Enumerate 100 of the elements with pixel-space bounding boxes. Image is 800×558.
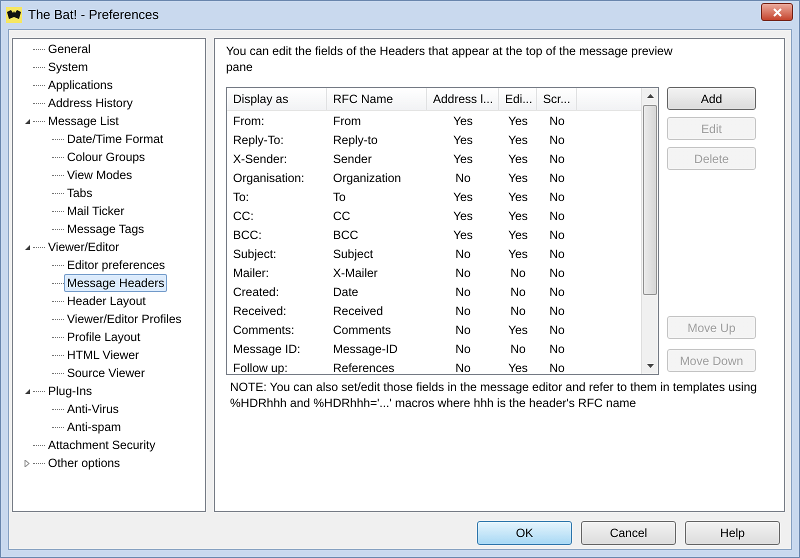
table-cell-text: No	[509, 302, 527, 320]
tree-item[interactable]: View Modes	[64, 166, 136, 184]
table-cell-text: To	[332, 188, 347, 206]
table-cell-text: Received:	[232, 302, 288, 320]
column-header[interactable]: Display as	[227, 88, 327, 110]
table-cell-text: Comments	[332, 322, 392, 338]
table-cell-text: Yes	[452, 226, 474, 244]
expanded-triangle-icon[interactable]	[24, 244, 30, 250]
window-title: The Bat! - Preferences	[28, 6, 159, 24]
table-cell-text: Yes	[507, 322, 529, 338]
table-cell-text: No	[548, 170, 566, 186]
tree-item[interactable]: Plug-Ins	[45, 382, 96, 400]
table-cell-text: Yes	[507, 150, 529, 168]
table-cell-text: CC:	[232, 208, 255, 224]
table-cell-text: Yes	[452, 132, 474, 148]
expanded-triangle-icon[interactable]	[24, 118, 30, 124]
tree-item[interactable]: Profile Layout	[64, 328, 144, 346]
tree-item[interactable]: Tabs	[64, 184, 96, 202]
table-cell-text: No	[548, 112, 566, 130]
table-cell-text: Received	[332, 302, 384, 320]
table-cell-text: No	[454, 360, 472, 374]
tree-item[interactable]: Attachment Security	[45, 436, 158, 454]
table-cell-text: CC	[332, 208, 352, 224]
table-cell-text: Message-ID	[332, 340, 399, 358]
intro-text: You can edit the fields of the Headers that appear at the top of the message preview pane	[226, 43, 674, 75]
table-cell-text: No	[548, 246, 566, 262]
column-header[interactable]: Scr...	[537, 88, 577, 110]
tree-item[interactable]: Message Headers	[64, 274, 168, 292]
expanded-triangle-icon[interactable]	[24, 388, 30, 394]
table-cell-text: Message ID:	[232, 340, 302, 358]
bat-logo-icon	[6, 7, 22, 23]
table-cell-text: To:	[232, 188, 250, 206]
table-cell-text: Sender	[332, 150, 373, 168]
table-cell-text: No	[454, 284, 472, 300]
table-cell-text: No	[509, 340, 527, 358]
tree-item[interactable]: Colour Groups	[64, 148, 148, 166]
table-cell-text: Yes	[507, 246, 529, 262]
scroll-thumb[interactable]	[643, 105, 657, 295]
collapsed-triangle-icon[interactable]	[24, 460, 30, 466]
table-cell-text: No	[548, 302, 566, 320]
dialog-button[interactable]: Cancel	[581, 521, 676, 545]
note-text: NOTE: You can also set/edit those fields in the message editor and refer to them in templates using %HDRhhh and %HDRhhh='...' macros where hhh is the header's RFC name	[229, 379, 758, 411]
table-cell-text: Organisation:	[232, 170, 306, 186]
table-cell-text: References	[332, 360, 396, 374]
tree-item[interactable]: Editor preferences	[64, 256, 168, 274]
scrollbar[interactable]	[641, 88, 658, 374]
dialog-button[interactable]: Help	[685, 521, 780, 545]
table-cell-text: Reply-to	[332, 132, 379, 148]
tree-item[interactable]: Mail Ticker	[64, 202, 128, 220]
table-cell-text: BCC	[332, 226, 360, 244]
table-cell-text: No	[548, 132, 566, 148]
tree-item[interactable]: General	[45, 40, 94, 58]
table-cell-text: Yes	[507, 208, 529, 224]
dialog-button[interactable]: Add	[667, 87, 756, 110]
column-header[interactable]: Address l...	[427, 88, 499, 110]
tree-item[interactable]: Message Tags	[64, 220, 148, 238]
table-cell-text: No	[454, 170, 472, 186]
tree-item[interactable]: Message List	[45, 112, 122, 130]
tree-item[interactable]: Other options	[45, 454, 124, 472]
table-cell-text: Yes	[507, 170, 529, 186]
tree-item[interactable]: Viewer/Editor	[45, 238, 122, 256]
table-cell-text: X-Sender:	[232, 150, 288, 168]
table-cell-text: Yes	[452, 150, 474, 168]
tree-item[interactable]: Anti-Virus	[64, 400, 122, 418]
tree-item[interactable]: Source Viewer	[64, 364, 148, 382]
table-cell-text: No	[548, 340, 566, 358]
tree-item[interactable]: Date/Time Format	[64, 130, 166, 148]
table-cell-text: No	[548, 264, 566, 282]
dialog-button[interactable]: OK	[477, 521, 572, 545]
tree-item[interactable]: HTML Viewer	[64, 346, 142, 364]
tree-item[interactable]: Viewer/Editor Profiles	[64, 310, 184, 328]
table-cell-text: Created:	[232, 284, 280, 300]
table-cell-text: Reply-To:	[232, 132, 285, 148]
table-cell-text: Comments:	[232, 322, 296, 338]
table-cell-text: Yes	[507, 132, 529, 148]
table-cell-text: No	[548, 226, 566, 244]
table-cell-text: Subject	[332, 246, 374, 262]
scroll-down-icon[interactable]	[646, 364, 654, 368]
table-cell-text: X-Mailer	[332, 264, 379, 282]
table-cell-text: Yes	[452, 188, 474, 206]
tree-item[interactable]: Applications	[45, 76, 116, 94]
tree-item[interactable]: System	[45, 58, 92, 76]
tree-item[interactable]: Address History	[45, 94, 136, 112]
table-cell-text: Yes	[452, 208, 474, 224]
table-cell-text: Follow up:	[232, 360, 289, 374]
table-cell-text: Yes	[507, 226, 529, 244]
tree-item[interactable]: Anti-spam	[64, 418, 124, 436]
table-cell-text: No	[548, 284, 566, 300]
scroll-up-icon[interactable]	[646, 94, 654, 98]
table-cell-text: No	[454, 322, 472, 338]
tree-item[interactable]: Header Layout	[64, 292, 149, 310]
close-button[interactable]	[761, 3, 793, 21]
table-cell-text: From:	[232, 112, 266, 130]
table-cell-text: Yes	[507, 112, 529, 130]
column-header[interactable]: Edi...	[499, 88, 537, 110]
close-icon	[772, 8, 782, 16]
table-cell-text: No	[548, 188, 566, 206]
table-cell-text: No	[454, 302, 472, 320]
column-header[interactable]: RFC Name	[327, 88, 427, 110]
table-cell-text: Date	[332, 284, 360, 300]
